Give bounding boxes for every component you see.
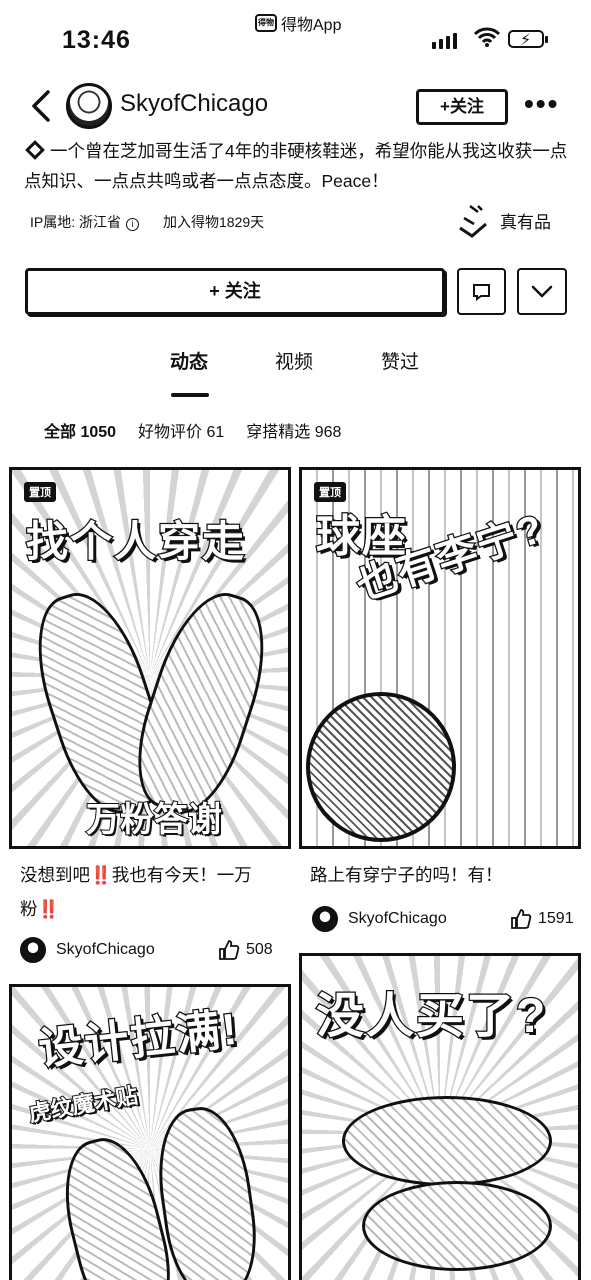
bio-text: 一个曾在芝加哥生活了4年的非硬核鞋迷，希望你能从我这收获一点点知识、一点点共鸣或… [24,141,568,191]
author-avatar [20,937,46,963]
profile-meta: IP属地: 浙江省 i 加入得物1829天 [30,212,264,232]
more-options-icon[interactable]: ••• [524,88,559,120]
like-count[interactable]: 1591 [510,908,574,930]
genuine-badge-label: 真有品 [500,212,551,232]
like-count-text: 508 [246,941,273,958]
wifi-icon [474,27,500,47]
joined-days: 加入得物1829天 [163,214,265,230]
author-avatar [312,906,338,932]
profile-header: SkyofChicago +关注 ••• [0,80,591,132]
post-image[interactable]: 设计拉满! 虎纹魔术贴 [9,984,291,1280]
tab-liked[interactable]: 赞过 [381,347,419,374]
filter-outfits[interactable]: 穿搭精选 968 [246,418,341,442]
expand-button[interactable] [517,268,567,315]
thumbs-up-icon [219,940,240,960]
post-caption: 万粉答谢 [85,800,223,840]
like-count[interactable]: 508 [218,939,273,961]
genuine-badge[interactable]: 真有品 [456,202,551,238]
sneaker-closeup [306,692,456,842]
diamond-icon [25,140,45,160]
back-arrow-icon[interactable] [26,86,60,126]
chevron-down-icon [531,285,553,298]
info-icon[interactable]: i [126,218,140,231]
status-app-indicator: 得物 得物App [255,11,341,35]
profile-bio: 一个曾在芝加哥生活了4年的非硬核鞋迷，希望你能从我这收获一点点知识、一点点共鸣或… [24,136,569,196]
status-app-name: 得物App [281,17,342,34]
message-button[interactable] [457,268,506,315]
post-headline: 找个人穿走 [25,517,247,567]
avatar[interactable] [66,83,112,129]
ip-location: IP属地: 浙江省 i [30,212,140,232]
app-logo-icon: 得物 [255,14,277,32]
status-bar: 13:46 得物 得物App ⚡ [0,0,591,70]
post-author[interactable]: SkyofChicago [312,906,447,932]
post-title[interactable]: 路上有穿宁子的吗！有！ [310,858,572,892]
username: SkyofChicago [120,90,269,117]
sneaker-illustration [362,1181,552,1271]
content-tabs: 动态 视频 赞过 [0,347,591,397]
status-time: 13:46 [62,26,131,54]
post-headline: 没人买了? [315,989,548,1045]
sneaker-illustration [342,1096,552,1186]
active-tab-indicator [171,393,209,397]
author-name: SkyofChicago [348,910,447,927]
signal-icon [432,33,457,49]
thumbs-up-icon [511,909,532,929]
filter-chips: 全部 1050 好物评价 61 穿搭精选 968 [44,418,341,442]
post-image[interactable]: 置顶 找个人穿走 万粉答谢 [9,467,291,849]
tab-feed[interactable]: 动态 [170,347,208,374]
tab-videos[interactable]: 视频 [275,347,313,374]
filter-all[interactable]: 全部 1050 [44,418,116,442]
follow-button[interactable]: + 关注 [25,268,445,315]
follow-button-small[interactable]: +关注 [416,89,508,125]
pinned-badge: 置顶 [314,482,346,502]
profile-actions: + 关注 [25,268,567,316]
post-author[interactable]: SkyofChicago [20,937,155,963]
filter-reviews[interactable]: 好物评价 61 [138,418,224,442]
author-name: SkyofChicago [56,941,155,958]
ip-location-text: IP属地: 浙江省 [30,214,122,230]
pinned-badge: 置顶 [24,482,56,502]
post-image[interactable]: 置顶 球座 也有李宁? [299,467,581,849]
genuine-badge-icon [459,205,487,238]
battery-icon: ⚡ [508,30,548,49]
message-icon [473,284,490,301]
post-image[interactable]: 没人买了? [299,953,581,1280]
like-count-text: 1591 [538,910,574,927]
post-title[interactable]: 没想到吧‼️我也有今天！一万粉‼️ [20,858,282,926]
